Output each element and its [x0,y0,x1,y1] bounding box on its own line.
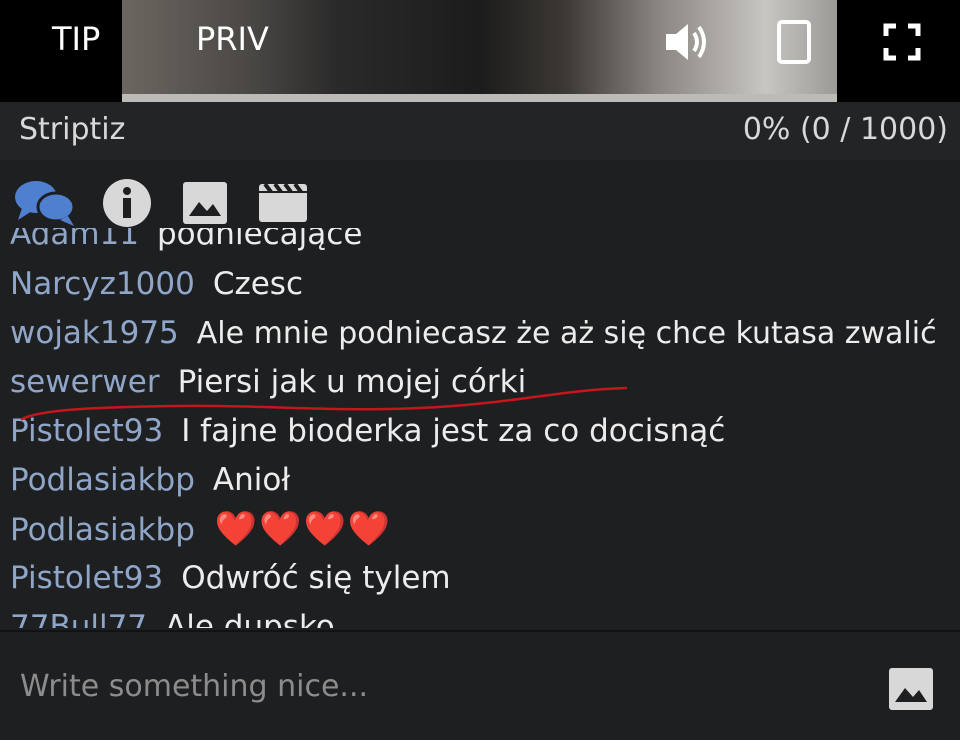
chat-message: Podlasiakbp Anioł [10,456,290,505]
volume-icon [662,20,710,68]
video-bottom-edge [122,94,837,102]
attach-image-button[interactable] [888,667,934,711]
chat-input-bar [0,630,960,740]
chat-username[interactable]: Narcyz1000 [10,266,195,302]
layout-toggle-button[interactable] [768,18,820,70]
chat-message-input[interactable] [0,632,860,740]
chat-message: Pistolet93 Odwróć się tylem [10,554,451,603]
chat-username[interactable]: wojak1975 [10,315,179,351]
chat-text: Anioł [212,462,291,498]
heart-emojis: ❤️❤️❤️❤️ [214,509,393,549]
chat-username[interactable]: Podlasiakbp [10,462,195,498]
chat-message: Narcyz1000 Czesc [10,260,303,309]
tab-chat[interactable] [15,180,76,230]
tab-photos[interactable] [178,180,232,230]
chat-username[interactable]: Podlasiakbp [10,512,195,548]
rectangle-icon [774,18,814,70]
chat-text: podniecające [156,228,363,252]
tip-button[interactable]: TIP [52,20,100,58]
red-underline-annotation [20,386,628,421]
video-top-bar: TIP PRIV [0,0,960,102]
chat-message: Podlasiakbp ❤️❤️❤️❤️ [10,505,392,554]
tab-videos[interactable] [256,180,310,230]
tab-info[interactable] [100,178,154,232]
goal-status-bar: Striptiz 0% (0 / 1000) [0,102,960,160]
image-icon [181,180,229,230]
show-title: Striptiz [19,112,126,147]
clapperboard-icon [257,182,309,228]
chat-tabs [0,162,960,228]
chat-message: 77Bull77 Ale dupsko [10,603,335,628]
chat-username[interactable]: Adam11 [10,228,139,252]
chat-username[interactable]: 77Bull77 [10,609,147,628]
priv-button[interactable]: PRIV [196,20,269,58]
chat-text: Czesc [212,266,303,302]
goal-progress: 0% (0 / 1000) [742,112,948,147]
chat-message: Adam11 podniecające [10,228,362,259]
chat-bubbles-icon [14,178,76,232]
expand-icon [882,22,922,66]
chat-text: Ale dupsko [165,609,335,628]
volume-button[interactable] [660,18,712,70]
fullscreen-button[interactable] [876,18,928,70]
chat-text: Ale mnie podniecasz że aż się chce kutas… [196,316,937,351]
info-icon [102,178,152,232]
chat-username[interactable]: Pistolet93 [10,560,163,596]
image-icon [888,668,934,715]
chat-text: Odwróć się tylem [181,560,451,596]
chat-message: wojak1975 Ale mnie podniecasz że aż się c… [10,309,937,358]
